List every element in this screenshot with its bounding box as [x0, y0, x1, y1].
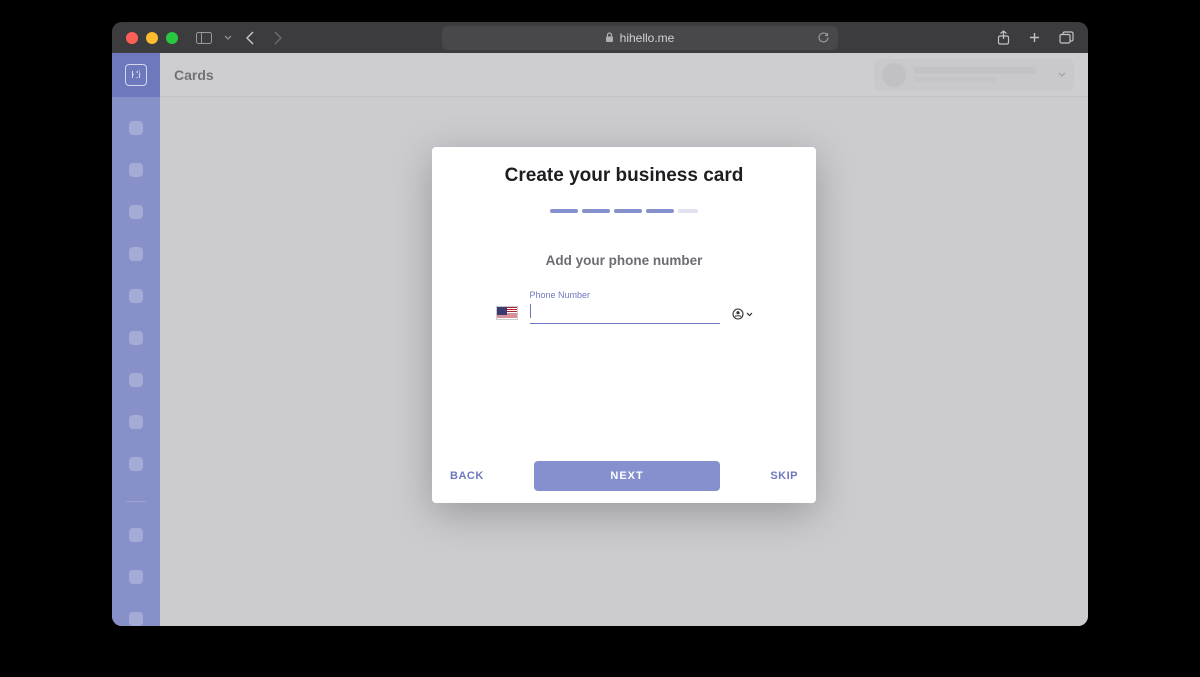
sidebar-item[interactable]	[129, 205, 143, 219]
minimize-window-button[interactable]	[146, 32, 158, 44]
progress-step	[550, 209, 578, 213]
forward-icon[interactable]	[273, 31, 282, 45]
country-flag-us[interactable]	[496, 306, 518, 320]
sidebar-item[interactable]	[129, 570, 143, 584]
browser-titlebar: hihello.me	[112, 22, 1088, 53]
url-text: hihello.me	[620, 31, 675, 45]
phone-field-label: Phone Number	[530, 290, 720, 300]
sidebar-item[interactable]	[129, 612, 143, 626]
browser-window: hihello.me Hi	[112, 22, 1088, 626]
modal-footer: BACK NEXT SKIP	[446, 449, 802, 491]
create-card-modal: Create your business card Add your phone…	[432, 147, 816, 503]
lock-icon	[605, 32, 614, 43]
progress-steps	[446, 209, 802, 213]
sidebar-toggle-icon[interactable]	[196, 32, 212, 44]
main-content: Cards Create your business card	[160, 53, 1088, 626]
share-icon[interactable]	[997, 30, 1010, 45]
progress-step	[614, 209, 642, 213]
sidebar-item[interactable]	[129, 289, 143, 303]
skip-button[interactable]: SKIP	[766, 464, 802, 488]
maximize-window-button[interactable]	[166, 32, 178, 44]
sidebar-item[interactable]	[129, 528, 143, 542]
back-icon[interactable]	[246, 31, 255, 45]
sidebar-item[interactable]	[129, 121, 143, 135]
sidebar-item[interactable]	[129, 457, 143, 471]
back-button[interactable]: BACK	[446, 464, 488, 488]
new-tab-icon[interactable]	[1028, 30, 1041, 45]
progress-step-inactive	[678, 209, 698, 213]
modal-overlay: Create your business card Add your phone…	[160, 53, 1088, 626]
modal-title: Create your business card	[446, 165, 802, 187]
tabs-icon[interactable]	[1059, 30, 1074, 45]
phone-input[interactable]	[530, 302, 720, 324]
phone-field-row: Phone Number	[446, 290, 802, 324]
next-button[interactable]: NEXT	[534, 461, 720, 491]
chevron-down-icon	[746, 312, 753, 317]
app-logo[interactable]: Hi	[112, 53, 160, 97]
text-cursor	[530, 304, 531, 318]
sidebar-item[interactable]	[129, 331, 143, 345]
app-sidebar: Hi	[112, 53, 160, 626]
address-bar[interactable]: hihello.me	[442, 26, 838, 50]
logo-text: Hi	[131, 70, 140, 81]
chevron-down-icon[interactable]	[224, 35, 232, 41]
visibility-toggle[interactable]	[732, 308, 753, 320]
sidebar-item[interactable]	[129, 373, 143, 387]
modal-subtitle: Add your phone number	[446, 253, 802, 268]
sidebar-item[interactable]	[129, 163, 143, 177]
progress-step	[646, 209, 674, 213]
phone-field-wrap: Phone Number	[530, 290, 720, 324]
sidebar-divider	[126, 501, 146, 502]
close-window-button[interactable]	[126, 32, 138, 44]
eye-icon	[732, 308, 744, 320]
reload-icon[interactable]	[817, 31, 830, 44]
sidebar-item[interactable]	[129, 247, 143, 261]
sidebar-item[interactable]	[129, 415, 143, 429]
app-area: Hi Cards	[112, 53, 1088, 626]
window-controls	[126, 32, 178, 44]
progress-step	[582, 209, 610, 213]
